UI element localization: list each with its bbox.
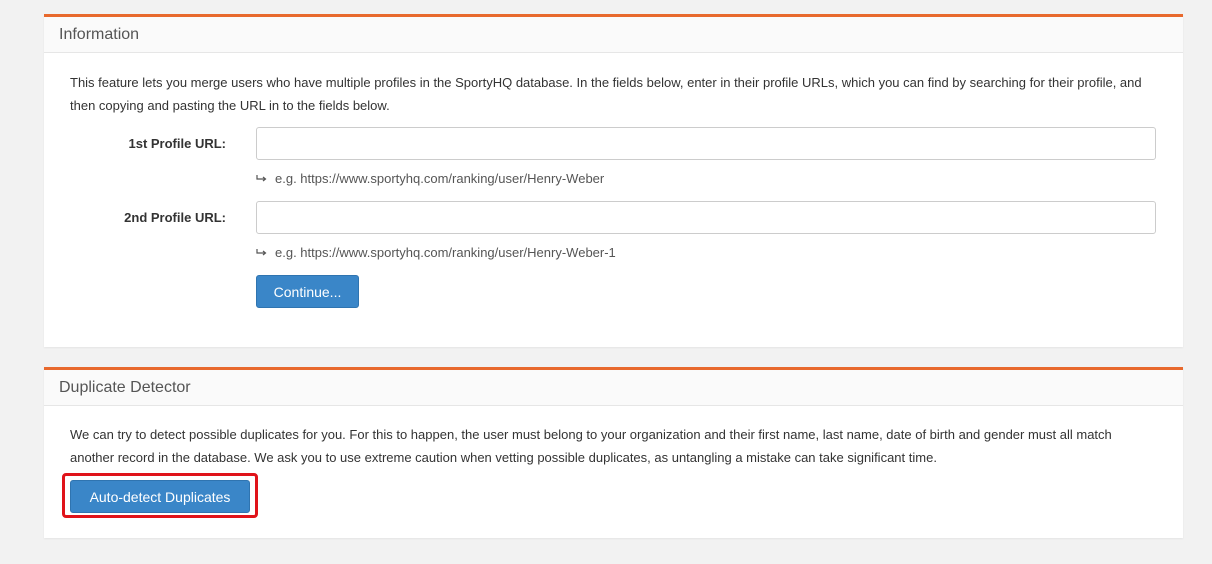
second-profile-url-label: 2nd Profile URL: [124, 210, 226, 225]
first-profile-url-label: 1st Profile URL: [128, 136, 226, 151]
duplicate-detector-body: We can try to detect possible duplicates… [44, 406, 1183, 537]
first-profile-url-hint-text: e.g. https://www.sportyhq.com/ranking/us… [275, 171, 605, 186]
return-arrow-icon [256, 174, 267, 181]
information-panel-heading: Information [44, 17, 1183, 53]
second-profile-url-hint: e.g. https://www.sportyhq.com/ranking/us… [256, 245, 616, 260]
second-profile-url-hint-text: e.g. https://www.sportyhq.com/ranking/us… [275, 245, 616, 260]
duplicate-detector-title: Duplicate Detector [59, 378, 191, 396]
information-panel: Information This feature lets you merge … [44, 14, 1183, 347]
return-arrow-icon [256, 248, 267, 255]
information-panel-title: Information [59, 25, 140, 43]
first-profile-url-row: 1st Profile URL: [44, 127, 1183, 161]
information-panel-body: This feature lets you merge users who ha… [44, 53, 1183, 346]
first-profile-url-input[interactable] [256, 127, 1156, 160]
duplicate-detector-description: We can try to detect possible duplicates… [70, 427, 1112, 465]
continue-button[interactable]: Continue... [256, 275, 359, 308]
first-profile-url-hint: e.g. https://www.sportyhq.com/ranking/us… [256, 171, 604, 186]
information-description: This feature lets you merge users who ha… [70, 75, 1142, 113]
second-profile-url-row: 2nd Profile URL: [44, 201, 1183, 235]
auto-detect-duplicates-button[interactable]: Auto-detect Duplicates [70, 480, 250, 513]
second-profile-url-input[interactable] [256, 201, 1156, 234]
page: Information This feature lets you merge … [0, 0, 1212, 564]
duplicate-detector-panel: Duplicate Detector We can try to detect … [44, 367, 1183, 538]
duplicate-detector-heading: Duplicate Detector [44, 370, 1183, 406]
